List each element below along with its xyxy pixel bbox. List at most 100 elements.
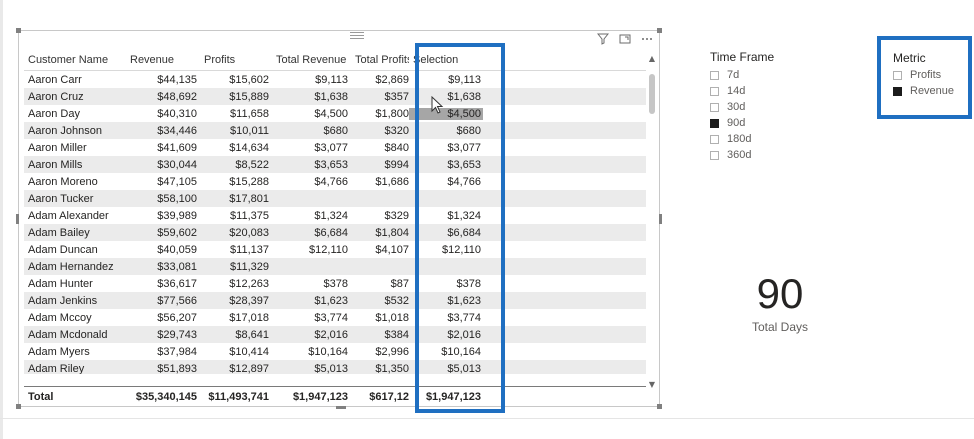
cell-total-profits[interactable]: $4,107: [351, 244, 409, 256]
cell-revenue[interactable]: $29,743: [126, 329, 200, 341]
table-body[interactable]: Aaron Carr $44,135 $15,602 $9,113 $2,869 $9,1…: [24, 71, 646, 374]
cell-total-profits[interactable]: $2,869: [351, 74, 409, 86]
table-visual[interactable]: Customer Name Revenue Profits Total Reve…: [16, 28, 662, 409]
table-row[interactable]: Aaron Moreno $47,105 $15,288 $4,766 $1,686 $4…: [24, 173, 646, 190]
time-frame-option-360d[interactable]: 360d: [710, 147, 774, 163]
table-row[interactable]: Adam Riley $51,893 $12,897 $5,013 $1,350 $5,0…: [24, 360, 646, 374]
cell-total-revenue[interactable]: $3,077: [272, 142, 351, 154]
cell-total-revenue[interactable]: $5,013: [272, 363, 351, 375]
cell-profits[interactable]: $11,658: [200, 108, 272, 120]
table-row[interactable]: Adam Duncan $40,059 $11,137 $12,110 $4,107 $1…: [24, 241, 646, 258]
cell-revenue[interactable]: $56,207: [126, 312, 200, 324]
cell-revenue[interactable]: $44,135: [126, 74, 200, 86]
resize-handle-top-left[interactable]: [16, 28, 21, 33]
cell-profits[interactable]: $15,889: [200, 91, 272, 103]
table-row[interactable]: Aaron Day $40,310 $11,658 $4,500 $1,800 $4,50…: [24, 105, 646, 122]
cell-profits[interactable]: $11,329: [200, 261, 272, 273]
cell-total-profits[interactable]: $87: [351, 278, 409, 290]
time-frame-option-14d[interactable]: 14d: [710, 83, 774, 99]
cell-customer-name[interactable]: Aaron Cruz: [24, 91, 126, 103]
cell-profits[interactable]: $14,634: [200, 142, 272, 154]
cell-revenue[interactable]: $39,989: [126, 210, 200, 222]
cell-revenue[interactable]: $40,059: [126, 244, 200, 256]
cell-total-revenue[interactable]: $680: [272, 125, 351, 137]
cell-customer-name[interactable]: Aaron Miller: [24, 142, 126, 154]
cell-revenue[interactable]: $77,566: [126, 295, 200, 307]
time-frame-option-7d[interactable]: 7d: [710, 67, 774, 83]
cell-profits[interactable]: $12,897: [200, 363, 272, 375]
table-row[interactable]: Adam Mccoy $56,207 $17,018 $3,774 $1,018 $3,7…: [24, 309, 646, 326]
cell-revenue[interactable]: $34,446: [126, 125, 200, 137]
cell-customer-name[interactable]: Aaron Moreno: [24, 176, 126, 188]
time-frame-checkbox[interactable]: [710, 70, 719, 80]
cell-revenue[interactable]: $37,984: [126, 346, 200, 358]
cell-revenue[interactable]: $51,893: [126, 363, 200, 375]
metric-checkbox[interactable]: [893, 70, 902, 80]
cell-profits[interactable]: $12,263: [200, 278, 272, 290]
cell-profits[interactable]: $10,011: [200, 125, 272, 137]
cell-revenue[interactable]: $30,044: [126, 159, 200, 171]
cell-total-revenue[interactable]: $1,638: [272, 91, 351, 103]
cell-total-profits[interactable]: $1,686: [351, 176, 409, 188]
cell-total-profits[interactable]: $384: [351, 329, 409, 341]
total-days-card[interactable]: 90 Total Days: [720, 270, 840, 334]
more-options-icon[interactable]: [640, 32, 654, 46]
time-frame-option-180d[interactable]: 180d: [710, 131, 774, 147]
table-row[interactable]: Adam Mcdonald $29,743 $8,641 $2,016 $384 $2,0…: [24, 326, 646, 343]
scroll-thumb[interactable]: [649, 74, 655, 114]
cell-customer-name[interactable]: Adam Duncan: [24, 244, 126, 256]
cell-profits[interactable]: $20,083: [200, 227, 272, 239]
cell-total-profits[interactable]: $1,804: [351, 227, 409, 239]
time-frame-checkbox[interactable]: [710, 102, 719, 112]
cell-total-revenue[interactable]: $1,324: [272, 210, 351, 222]
cell-total-profits[interactable]: $994: [351, 159, 409, 171]
table-row[interactable]: Aaron Cruz $48,692 $15,889 $1,638 $357 $1,638: [24, 88, 646, 105]
cell-customer-name[interactable]: Adam Hunter: [24, 278, 126, 290]
time-frame-checkbox[interactable]: [710, 134, 719, 144]
cell-revenue[interactable]: $47,105: [126, 176, 200, 188]
table-row[interactable]: Aaron Mills $30,044 $8,522 $3,653 $994 $3,653: [24, 156, 646, 173]
cell-revenue[interactable]: $59,602: [126, 227, 200, 239]
cell-customer-name[interactable]: Adam Jenkins: [24, 295, 126, 307]
resize-handle-left[interactable]: [16, 214, 19, 224]
cell-total-revenue[interactable]: $3,653: [272, 159, 351, 171]
cell-total-revenue[interactable]: $378: [272, 278, 351, 290]
cell-total-revenue[interactable]: $1,623: [272, 295, 351, 307]
cell-profits[interactable]: $8,641: [200, 329, 272, 341]
cell-customer-name[interactable]: Adam Riley: [24, 363, 126, 375]
cell-profits[interactable]: $11,375: [200, 210, 272, 222]
column-header-total-revenue[interactable]: Total Revenue: [272, 54, 351, 66]
cell-profits[interactable]: $8,522: [200, 159, 272, 171]
cell-profits[interactable]: $15,602: [200, 74, 272, 86]
time-frame-checkbox[interactable]: [710, 150, 719, 160]
cell-profits[interactable]: $10,414: [200, 346, 272, 358]
time-frame-option-30d[interactable]: 30d: [710, 99, 774, 115]
column-header-total-profits[interactable]: Total Profits: [351, 54, 409, 66]
resize-handle-bottom-left[interactable]: [16, 404, 21, 409]
cell-revenue[interactable]: $48,692: [126, 91, 200, 103]
cell-revenue[interactable]: $58,100: [126, 193, 200, 205]
cell-customer-name[interactable]: Adam Bailey: [24, 227, 126, 239]
cell-total-profits[interactable]: $1,800: [351, 108, 409, 120]
cell-total-revenue[interactable]: $10,164: [272, 346, 351, 358]
table-row[interactable]: Adam Hernandez $33,081 $11,329: [24, 258, 646, 275]
cell-total-profits[interactable]: $532: [351, 295, 409, 307]
focus-mode-icon[interactable]: [618, 32, 632, 46]
resize-handle-right[interactable]: [659, 214, 662, 224]
cell-total-revenue[interactable]: $6,684: [272, 227, 351, 239]
table-row[interactable]: Adam Bailey $59,602 $20,083 $6,684 $1,804 $6,…: [24, 224, 646, 241]
cell-total-revenue[interactable]: $12,110: [272, 244, 351, 256]
column-header-revenue[interactable]: Revenue: [126, 54, 200, 66]
resize-handle-top-right[interactable]: [657, 28, 662, 33]
cell-total-profits[interactable]: $320: [351, 125, 409, 137]
cell-revenue[interactable]: $33,081: [126, 261, 200, 273]
cell-revenue[interactable]: $41,609: [126, 142, 200, 154]
cell-customer-name[interactable]: Aaron Mills: [24, 159, 126, 171]
cell-customer-name[interactable]: Adam Mccoy: [24, 312, 126, 324]
cell-total-profits[interactable]: $1,018: [351, 312, 409, 324]
metric-checkbox[interactable]: [893, 86, 902, 96]
table-scrollbar[interactable]: ▲ ▼: [647, 54, 657, 390]
cell-total-revenue[interactable]: $3,774: [272, 312, 351, 324]
cell-customer-name[interactable]: Adam Alexander: [24, 210, 126, 222]
cell-profits[interactable]: $28,397: [200, 295, 272, 307]
